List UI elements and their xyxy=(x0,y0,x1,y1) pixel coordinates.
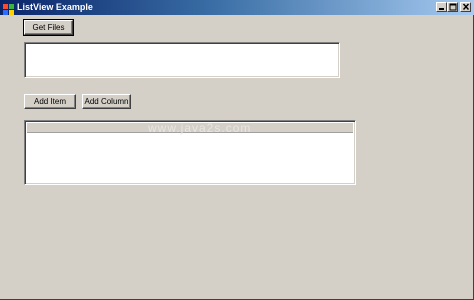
close-icon xyxy=(462,3,470,10)
get-files-button[interactable]: Get Files xyxy=(23,19,74,36)
close-button[interactable] xyxy=(460,2,471,12)
minimize-button[interactable] xyxy=(436,2,447,12)
app-icon xyxy=(3,2,14,15)
add-item-button[interactable]: Add Item xyxy=(24,94,76,109)
watermark-text: www.java2s.com xyxy=(148,121,252,135)
files-list-box[interactable] xyxy=(24,42,340,78)
add-column-button[interactable]: Add Column xyxy=(82,94,131,109)
app-window: ListView Example Get Files Add Item Add … xyxy=(0,0,474,300)
title-bar[interactable]: ListView Example xyxy=(0,0,474,15)
maximize-button[interactable] xyxy=(447,2,458,12)
window-title: ListView Example xyxy=(17,2,93,12)
minimize-icon xyxy=(439,8,444,10)
maximize-icon xyxy=(449,3,457,11)
